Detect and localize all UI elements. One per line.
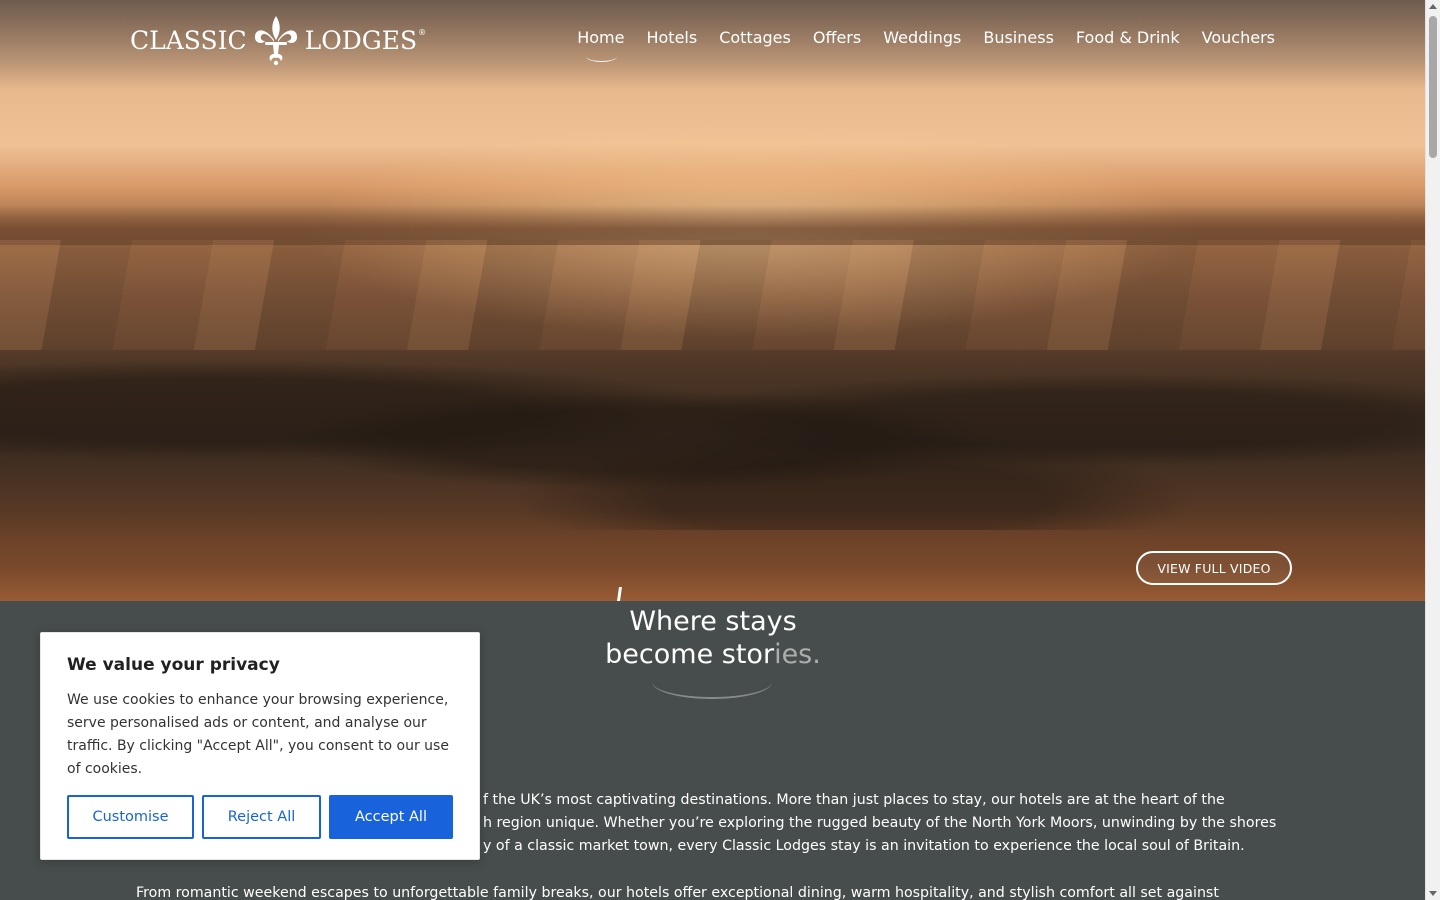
registered-mark: ® xyxy=(418,28,427,37)
reject-all-button[interactable]: Reject All xyxy=(202,795,321,839)
page-scrollbar[interactable] xyxy=(1425,0,1440,900)
view-full-video-button[interactable]: VIEW FULL VIDEO xyxy=(1136,551,1292,585)
tagline: Where stays become stories. xyxy=(560,605,866,671)
nav-home[interactable]: Home xyxy=(566,26,635,62)
customise-button[interactable]: Customise xyxy=(67,795,194,839)
site-header: CLASSIC LODGES ® Home Hotels Cottages Of… xyxy=(0,0,1425,80)
intro-paragraph-2: From romantic weekend escapes to unforge… xyxy=(136,885,1219,900)
nav-offers[interactable]: Offers xyxy=(802,26,872,50)
nav-hotels[interactable]: Hotels xyxy=(635,26,708,50)
scroll-up-arrow-icon[interactable] xyxy=(1429,4,1437,9)
nav-food-drink[interactable]: Food & Drink xyxy=(1065,26,1191,50)
cookie-title: We value your privacy xyxy=(67,655,280,675)
tagline-line-1: Where stays xyxy=(629,606,797,637)
cookie-consent-banner: We value your privacy We use cookies to … xyxy=(40,632,480,860)
scroll-down-arrow-icon[interactable] xyxy=(1429,891,1437,896)
nav-cottages[interactable]: Cottages xyxy=(708,26,802,50)
hero-video xyxy=(0,0,1425,601)
cookie-description: We use cookies to enhance your browsing … xyxy=(67,692,449,777)
nav-business[interactable]: Business xyxy=(972,26,1065,50)
logo[interactable]: CLASSIC LODGES ® xyxy=(130,14,426,66)
logo-word-right: LODGES xyxy=(304,25,418,55)
tagline-arc-decoration xyxy=(652,665,772,699)
accept-all-button[interactable]: Accept All xyxy=(329,795,453,839)
fleur-de-lis-icon xyxy=(254,16,297,66)
nav-vouchers[interactable]: Vouchers xyxy=(1191,26,1286,50)
logo-word-left: CLASSIC xyxy=(130,25,247,55)
nav-weddings[interactable]: Weddings xyxy=(872,26,972,50)
scrollbar-thumb[interactable] xyxy=(1429,16,1437,158)
main-nav: Home Hotels Cottages Offers Weddings Bus… xyxy=(566,26,1286,62)
cookie-buttons: Customise Reject All Accept All xyxy=(67,795,453,839)
